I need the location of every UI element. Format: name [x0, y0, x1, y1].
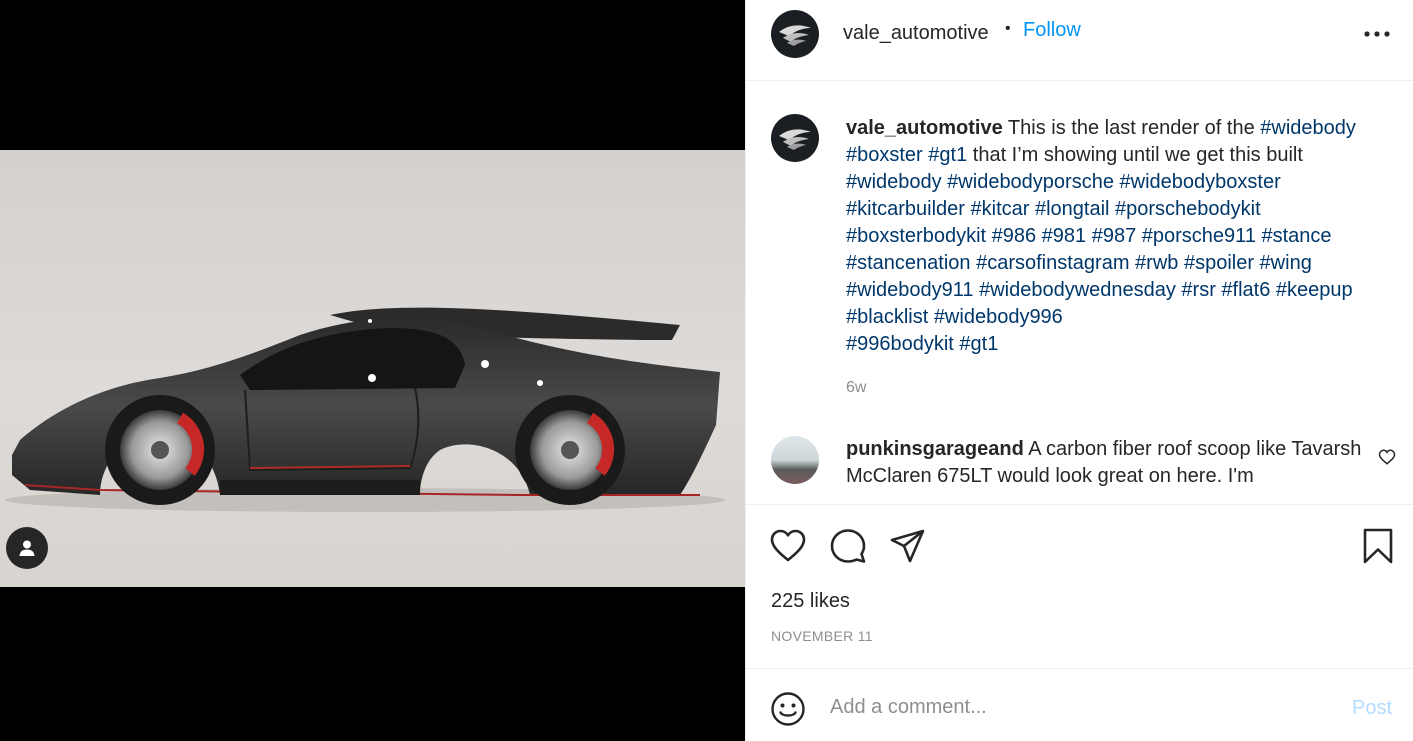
hashtag-line[interactable]: #996bodykit #gt1: [846, 333, 998, 355]
bookmark-icon[interactable]: [1358, 526, 1398, 566]
tagged-users-button[interactable]: [6, 527, 48, 569]
more-horizontal-icon[interactable]: [1362, 22, 1392, 46]
author-username[interactable]: vale_automotive: [843, 22, 989, 45]
hashtag-line[interactable]: #boxsterbodykit #986 #981 #987 #porsche9…: [846, 225, 1332, 247]
post-header: vale_automotive • Follow: [746, 0, 1413, 81]
post-details-panel: vale_automotive • Follow vale_automotive…: [745, 0, 1413, 741]
post-caption: vale_automotive This is the last render …: [846, 115, 1391, 358]
hashtag-line[interactable]: #widebody911 #widebodywednesday #rsr #fl…: [846, 279, 1353, 301]
comment-username[interactable]: punkinsgarageand: [846, 438, 1024, 460]
add-comment-bar: Post: [746, 668, 1413, 741]
user-icon: [19, 540, 35, 556]
post-actions: 225 likes NOVEMBER 11: [746, 504, 1413, 668]
paper-plane-icon[interactable]: [888, 526, 928, 566]
follow-button[interactable]: Follow: [1023, 19, 1081, 42]
hashtag[interactable]: #widebody: [1260, 117, 1356, 139]
caption-text: This is the last render of the: [1002, 117, 1261, 139]
hashtag-line[interactable]: #kitcarbuilder #kitcar #longtail #porsch…: [846, 198, 1261, 220]
separator-dot: •: [1005, 20, 1011, 37]
comments-list[interactable]: vale_automotive This is the last render …: [746, 81, 1413, 504]
caption-text: that I’m showing until we get this built: [967, 144, 1303, 166]
caption-username[interactable]: vale_automotive: [846, 117, 1003, 139]
post-date[interactable]: NOVEMBER 11: [771, 628, 873, 644]
hashtag-line[interactable]: #widebody #widebodyporsche #widebodyboxs…: [846, 171, 1281, 193]
post-media[interactable]: [0, 0, 745, 741]
hashtag-line[interactable]: #stancenation #carsofinstagram #rwb #spo…: [846, 252, 1312, 274]
heart-icon[interactable]: [768, 526, 808, 566]
post-comment-button[interactable]: Post: [1352, 697, 1392, 720]
comment-input[interactable]: [830, 691, 1330, 723]
car-render-image: [0, 150, 745, 587]
likes-count[interactable]: 225 likes: [771, 590, 850, 613]
hashtag-line[interactable]: #blacklist #widebody996: [846, 306, 1063, 328]
wing-logo-icon: [779, 25, 811, 46]
post-modal: vale_automotive • Follow vale_automotive…: [0, 0, 1413, 741]
author-avatar[interactable]: [771, 10, 819, 58]
caption-author-avatar[interactable]: [771, 114, 819, 162]
comment-like-heart-icon[interactable]: [1378, 448, 1396, 466]
comment-icon[interactable]: [828, 526, 868, 566]
wing-logo-icon: [779, 129, 811, 150]
caption-age[interactable]: 6w: [846, 379, 866, 397]
smiley-icon[interactable]: [770, 691, 806, 727]
commenter-avatar[interactable]: [771, 436, 819, 484]
hashtag[interactable]: #boxster #gt1: [846, 144, 967, 166]
comment-item: punkinsgarageand A carbon fiber roof sco…: [846, 436, 1366, 490]
